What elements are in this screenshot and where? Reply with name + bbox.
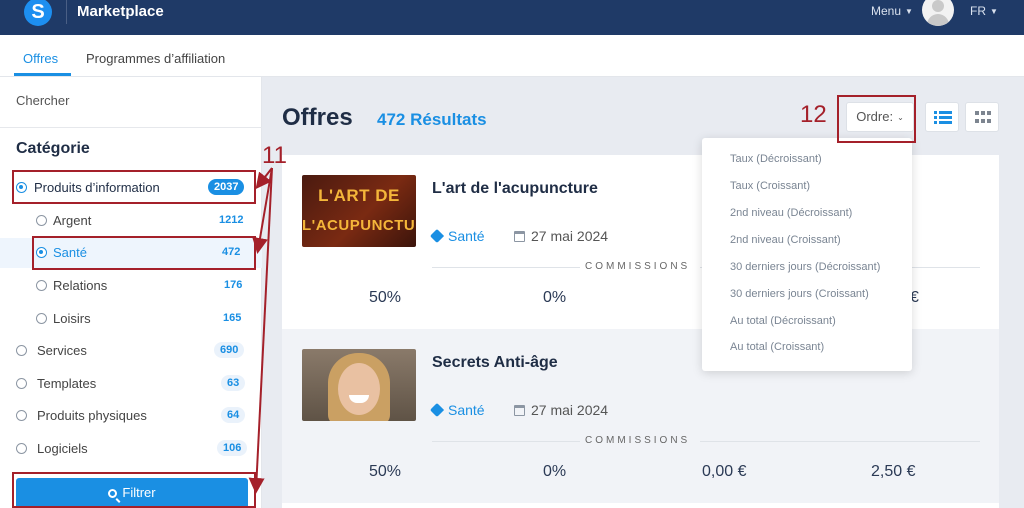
annotation-arrows: [248, 167, 273, 494]
